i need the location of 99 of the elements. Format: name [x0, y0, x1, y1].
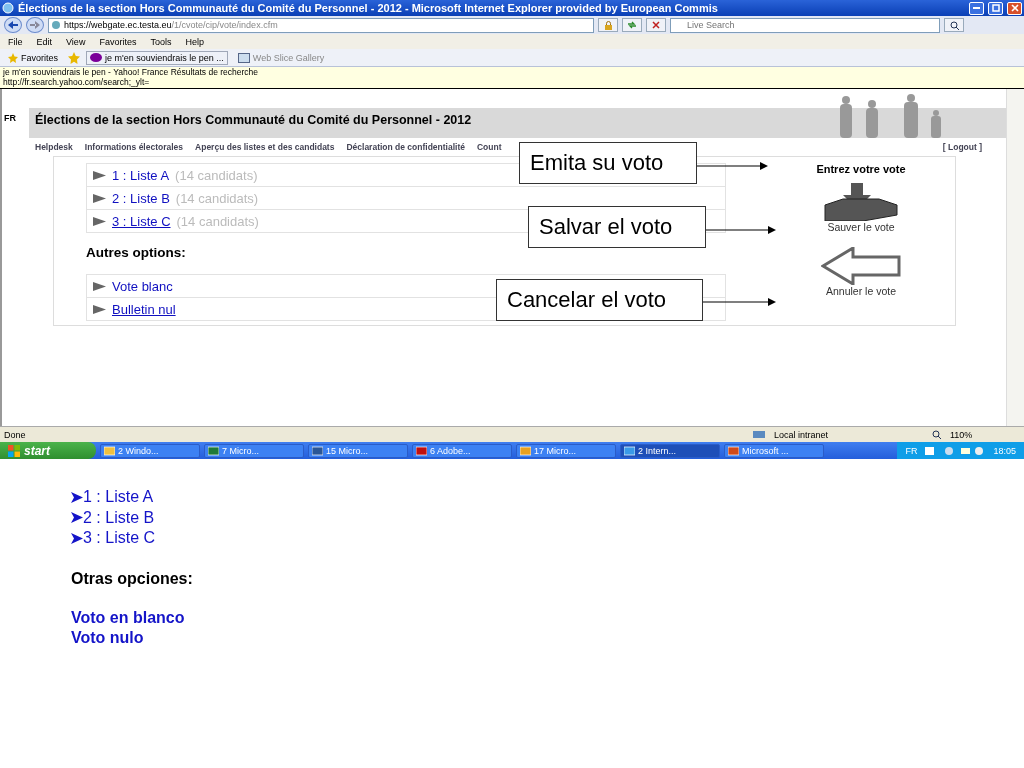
list-link[interactable]: 1 : Liste A: [112, 167, 170, 183]
note-option: Voto nulo: [71, 628, 1024, 649]
favorites-button[interactable]: Favorites: [4, 50, 62, 65]
menu-item[interactable]: View: [66, 36, 86, 47]
logout-link[interactable]: [ Logout ]: [942, 142, 982, 152]
maximize-button[interactable]: [988, 1, 1003, 15]
app-icon: [416, 445, 427, 456]
vote-heading: Entrez votre vote: [816, 163, 906, 175]
search-field[interactable]: Live Search: [670, 17, 940, 33]
nav-link[interactable]: Informations électorales: [84, 142, 184, 152]
left-arrow-icon: [821, 247, 901, 285]
refresh-button[interactable]: [622, 18, 642, 32]
candidate-count: (14 candidats): [175, 167, 258, 183]
triangle-icon: [93, 304, 106, 314]
taskbar-button[interactable]: 7 Micro...: [204, 443, 304, 458]
taskbar-button[interactable]: 2 Windo...: [100, 443, 200, 458]
page-title: Élections de la section Hors Communauté du Comité du Personnel - 2012: [34, 113, 473, 129]
browser-icon: [2, 2, 14, 14]
stop-button[interactable]: [646, 18, 666, 32]
triangle-icon: [93, 216, 106, 226]
favorites-link[interactable]: je m'en souviendrais le pen ...: [86, 50, 228, 65]
status-text: Done: [4, 429, 26, 440]
callout-label: Emita su voto: [519, 142, 697, 184]
triangle-icon: [93, 281, 106, 291]
language-indicator: FR: [905, 445, 918, 456]
search-button[interactable]: [944, 18, 964, 32]
magnifier-icon: [932, 429, 942, 440]
app-icon: [520, 445, 531, 456]
close-button[interactable]: [1007, 1, 1022, 15]
app-icon: [728, 445, 739, 456]
menu-item[interactable]: Favorites: [99, 36, 137, 47]
list-link[interactable]: 3 : Liste C: [112, 213, 171, 229]
section-heading: Autres options:: [86, 245, 187, 260]
back-arrow-icon: [8, 21, 18, 29]
page-icon: [51, 20, 61, 30]
address-field[interactable]: https://webgate.ec.testa.eu/1/cvote/cip/vote/index.cfm: [48, 17, 594, 33]
option-link[interactable]: Bulletin nul: [112, 301, 176, 317]
save-vote-button[interactable]: Sauver le vote: [823, 183, 899, 233]
list-link[interactable]: 2 : Liste B: [112, 190, 170, 206]
callout-label: Salvar el voto: [528, 206, 706, 248]
taskbar-button[interactable]: 15 Micro...: [308, 443, 408, 458]
search-icon: [949, 20, 959, 30]
window-title: Élections de la section Hors Communauté du Comité du Personnel - 2012 - Microsoft Internet Explorer provided by European Commis: [18, 2, 719, 14]
candidate-count: (14 candidats): [175, 190, 259, 206]
note-text: 1 : Liste A: [83, 487, 154, 507]
note-heading: Otras opciones:: [71, 569, 194, 588]
menu-item[interactable]: File: [8, 36, 23, 47]
forward-button[interactable]: [26, 17, 44, 33]
note-text: 3 : Liste C: [83, 528, 156, 548]
cancel-vote-button[interactable]: Annuler le vote: [821, 247, 901, 297]
option-link[interactable]: Vote blanc: [112, 278, 173, 294]
star-icon: [8, 52, 18, 63]
note-text: 2 : Liste B: [83, 507, 155, 528]
page-icon: [237, 52, 250, 63]
tray-icons-drawing: [925, 445, 986, 456]
inbox-tray-icon: [823, 183, 899, 221]
taskbar-button[interactable]: Microsoft ...: [724, 443, 824, 458]
menu-item[interactable]: Edit: [36, 36, 53, 47]
menu-item[interactable]: Help: [185, 36, 204, 47]
link-tooltip: je m'en souviendrais le pen - Yahoo! France Résultats de recherche http://fr.search.yahoo.com/search;_ylt=: [0, 67, 1024, 89]
stop-icon: [652, 21, 660, 29]
arrow: [697, 162, 768, 170]
taskbar-button[interactable]: 2 Intern...: [620, 443, 720, 458]
maximize-icon: [991, 4, 1000, 12]
bullet-arrow-icon: [71, 491, 83, 503]
app-icon: [312, 445, 323, 456]
callout-label: Cancelar el voto: [496, 279, 703, 321]
arrow: [706, 226, 776, 234]
nav-link[interactable]: Count: [477, 142, 502, 152]
language-label: FR: [3, 113, 17, 123]
triangle-icon: [93, 193, 106, 203]
nav-link[interactable]: Aperçu des listes et des candidats: [195, 142, 335, 152]
zone-text: Local intranet: [774, 429, 830, 440]
clock: 18:05: [993, 445, 1016, 456]
menu-item[interactable]: Tools: [150, 36, 172, 47]
app-icon: [624, 445, 635, 456]
triangle-icon: [93, 170, 106, 180]
windows-logo: [8, 444, 20, 457]
app-icon: [208, 445, 219, 456]
bullet-arrow-icon: [71, 532, 83, 544]
add-favorite-icon: [68, 51, 80, 64]
folder-icon: [104, 445, 115, 456]
zoom-level[interactable]: 110%: [950, 429, 1020, 440]
refresh-icon: [627, 21, 637, 29]
minimize-button[interactable]: [969, 1, 984, 15]
minimize-icon: [973, 7, 980, 9]
taskbar-button[interactable]: 6 Adobe...: [412, 443, 512, 458]
candidate-count: (14 candidats): [176, 213, 259, 229]
note-option: Voto en blanco: [71, 607, 1024, 628]
lock-icon: [603, 20, 613, 30]
forward-arrow-icon: [30, 21, 40, 29]
bullet-arrow-icon: [71, 512, 83, 524]
yahoo-icon: [90, 53, 102, 62]
nav-link[interactable]: Déclaration de confidentialité: [346, 142, 465, 152]
close-icon: [1010, 4, 1019, 12]
back-button[interactable]: [4, 17, 22, 33]
network-icon: [752, 429, 766, 440]
taskbar-button[interactable]: 17 Micro...: [516, 443, 616, 458]
nav-link[interactable]: Helpdesk: [35, 142, 73, 152]
